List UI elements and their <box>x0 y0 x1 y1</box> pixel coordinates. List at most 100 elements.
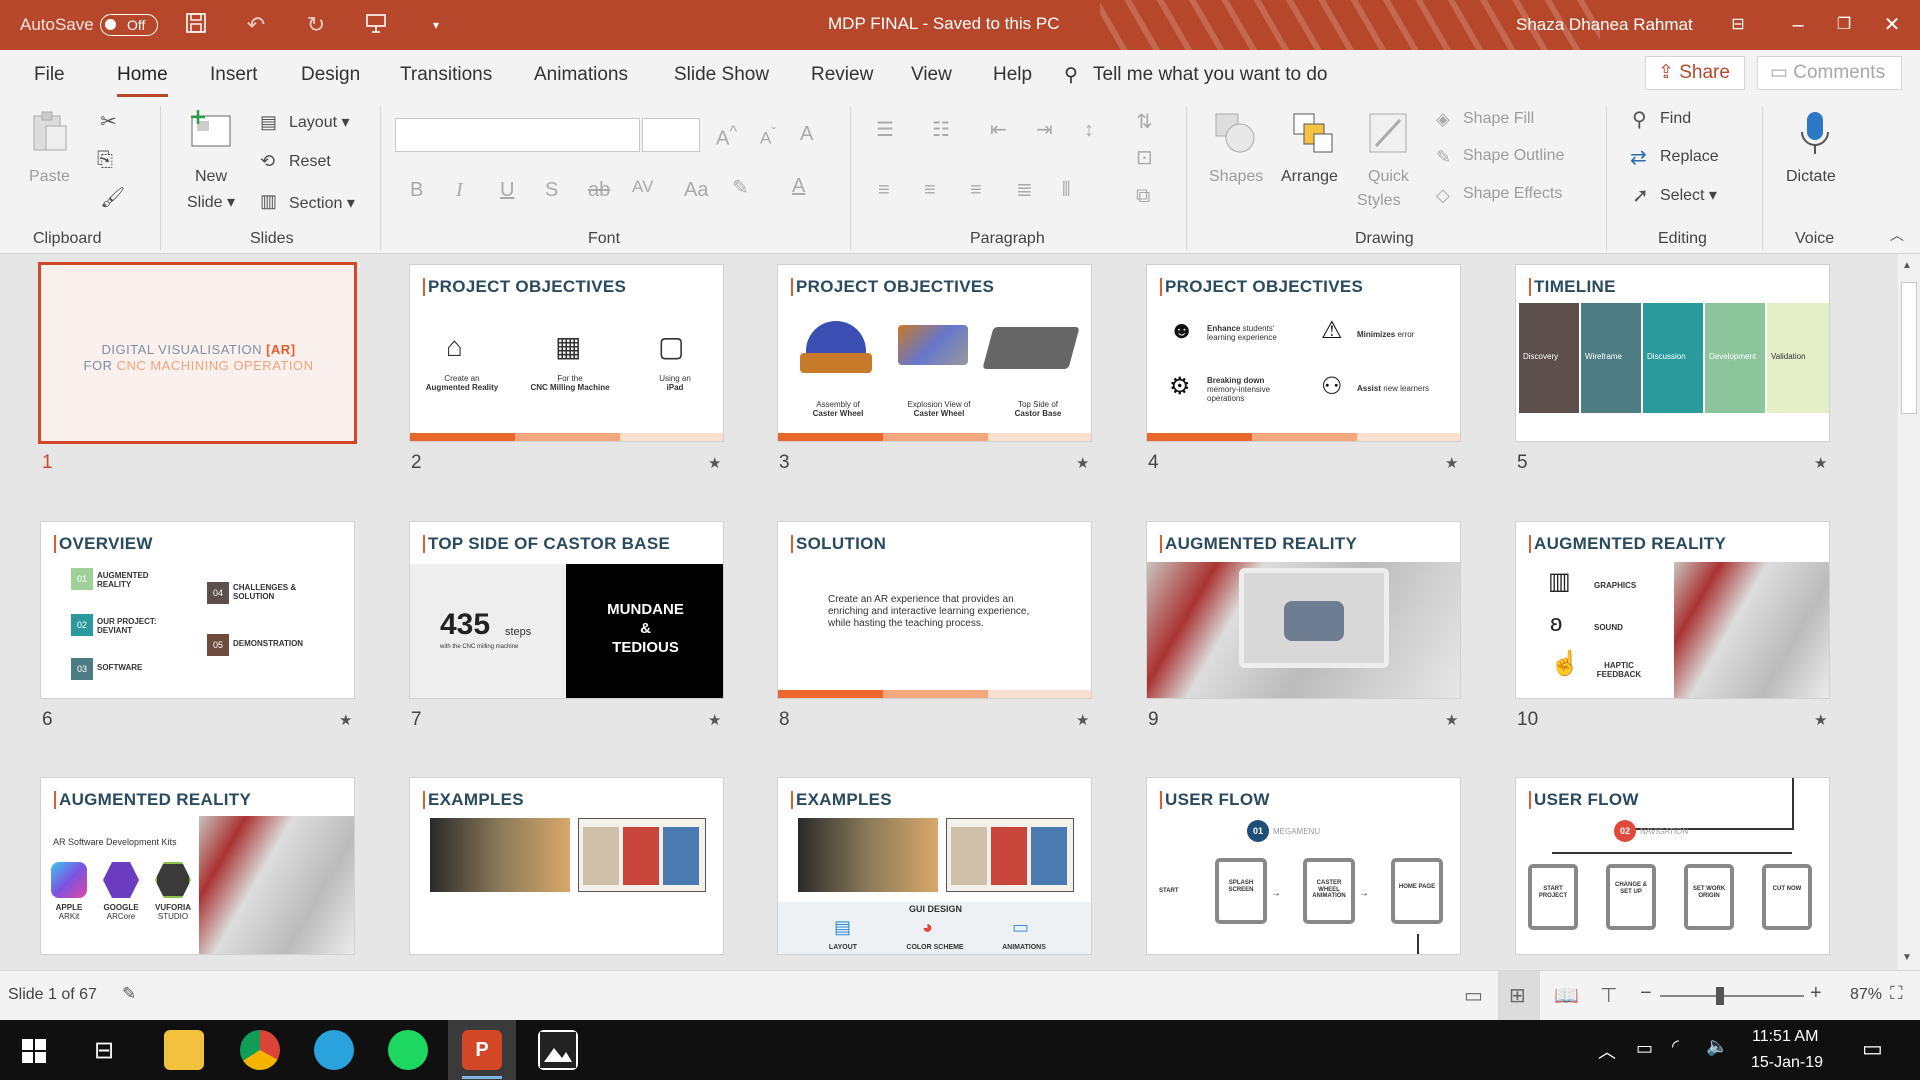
slide-thumbnail-14[interactable]: USER FLOW 01 MEGAMENU START SPLASH SCREE… <box>1146 777 1461 955</box>
line-spacing-icon[interactable]: ↕ <box>1084 120 1094 140</box>
change-case-icon[interactable]: Aa <box>684 180 708 200</box>
autosave-toggle[interactable]: Off <box>100 14 158 36</box>
increase-indent-icon[interactable]: ⇥ <box>1036 120 1053 140</box>
font-family-input[interactable] <box>395 118 640 152</box>
align-left-icon[interactable]: ≡ <box>878 180 890 200</box>
slide-thumbnail-11[interactable]: AUGMENTED REALITY AR Software Developmen… <box>40 777 355 955</box>
reset-icon[interactable]: ⟲ <box>260 152 275 170</box>
slide-thumbnail-13[interactable]: EXAMPLES GUI DESIGN ▤ ◕ ▭ LAYOUT COLOR S… <box>777 777 1092 955</box>
tab-review[interactable]: Review <box>811 64 873 86</box>
chrome-icon[interactable] <box>240 1030 280 1070</box>
close-icon[interactable]: ✕ <box>1878 11 1906 39</box>
slide-thumbnail-7[interactable]: TOP SIDE OF CASTOR BASE 435 steps with t… <box>409 521 724 699</box>
spotify-icon[interactable] <box>388 1030 428 1070</box>
shape-outline-icon[interactable]: ✎ <box>1436 148 1451 166</box>
highlight-icon[interactable]: ✎ <box>732 178 749 198</box>
shape-outline-button[interactable]: Shape Outline <box>1463 147 1564 165</box>
character-spacing-icon[interactable]: AV <box>632 178 653 195</box>
replace-button[interactable]: Replace <box>1660 148 1719 166</box>
arrange-icon[interactable] <box>1290 110 1336 156</box>
section-button[interactable]: Section ▾ <box>289 193 355 213</box>
photos-icon[interactable] <box>538 1030 578 1070</box>
scroll-up-icon[interactable]: ▲ <box>1902 260 1912 271</box>
tab-transitions[interactable]: Transitions <box>400 64 492 86</box>
tab-design[interactable]: Design <box>301 64 360 86</box>
tray-chevron-icon[interactable]: ︿ <box>1598 1038 1616 1064</box>
columns-icon[interactable]: ⫴ <box>1062 180 1070 200</box>
collapse-ribbon-icon[interactable]: ︿ <box>1890 228 1904 242</box>
wifi-icon[interactable]: ◜ <box>1672 1036 1679 1057</box>
select-icon[interactable]: ➚ <box>1632 186 1649 206</box>
grow-font-icon[interactable]: A^ <box>716 123 737 149</box>
quick-styles-button[interactable]: Quick <box>1368 168 1409 186</box>
ribbon-display-icon[interactable]: ⊟ <box>1724 11 1752 39</box>
customize-qat-icon[interactable]: ▾ <box>422 11 450 39</box>
layout-icon[interactable]: ▤ <box>260 113 277 131</box>
align-text-icon[interactable]: ⊡ <box>1136 148 1153 168</box>
present-icon[interactable] <box>362 11 390 39</box>
paste-icon[interactable] <box>30 110 70 154</box>
reset-button[interactable]: Reset <box>289 153 331 171</box>
shape-fill-button[interactable]: Shape Fill <box>1463 110 1534 128</box>
zoom-in-icon[interactable]: + <box>1810 982 1822 1005</box>
bold-icon[interactable]: B <box>410 180 423 200</box>
tab-view[interactable]: View <box>911 64 952 86</box>
shape-effects-button[interactable]: Shape Effects <box>1463 185 1562 203</box>
quick-styles-icon[interactable] <box>1366 110 1410 156</box>
tab-help[interactable]: Help <box>993 64 1032 86</box>
justify-icon[interactable]: ≣ <box>1016 180 1033 200</box>
shape-effects-icon[interactable]: ◇ <box>1436 186 1450 204</box>
shapes-icon[interactable] <box>1212 110 1258 156</box>
tell-me-input[interactable]: Tell me what you want to do <box>1093 64 1327 86</box>
tab-animations[interactable]: Animations <box>534 64 628 86</box>
shadow-icon[interactable]: S <box>545 180 558 200</box>
clock-date[interactable]: 15-Jan-19 <box>1751 1054 1823 1072</box>
decrease-indent-icon[interactable]: ⇤ <box>990 120 1007 140</box>
font-size-input[interactable] <box>642 118 700 152</box>
slide-thumbnail-3[interactable]: PROJECT OBJECTIVES Assembly of Caster Whe… <box>777 264 1092 442</box>
strikethrough-icon[interactable]: ab <box>588 180 610 200</box>
italic-icon[interactable]: I <box>456 180 463 200</box>
comments-button[interactable]: ▭ Comments <box>1757 56 1902 90</box>
zoom-out-icon[interactable]: − <box>1640 982 1652 1005</box>
shape-fill-icon[interactable]: ◈ <box>1436 110 1450 128</box>
align-center-icon[interactable]: ≡ <box>924 180 936 200</box>
tab-slide-show[interactable]: Slide Show <box>674 64 769 86</box>
zoom-level[interactable]: 87% <box>1850 986 1882 1004</box>
scroll-down-icon[interactable]: ▼ <box>1902 952 1912 963</box>
fit-to-window-icon[interactable]: ⛶ <box>1890 983 1903 1004</box>
user-name[interactable]: Shaza Dhanea Rahmat <box>1516 15 1693 35</box>
tab-file[interactable]: File <box>34 64 65 86</box>
format-painter-icon[interactable]: 🖌 <box>100 188 125 208</box>
new-slide-dropdown[interactable]: Slide ▾ <box>187 192 235 212</box>
clock-time[interactable]: 11:51 AM <box>1752 1028 1818 1046</box>
underline-icon[interactable]: U <box>500 180 514 200</box>
microphone-icon[interactable] <box>1797 110 1833 158</box>
new-slide-icon[interactable] <box>188 108 234 154</box>
vertical-scrollbar[interactable]: ▲ ▼ <box>1898 254 1920 970</box>
telegram-icon[interactable] <box>314 1030 354 1070</box>
cut-icon[interactable]: ✂ <box>100 112 117 132</box>
slide-thumbnail-12[interactable]: EXAMPLES <box>409 777 724 955</box>
tell-me-search-icon[interactable]: ⚲ <box>1064 64 1078 87</box>
slideshow-view-icon[interactable]: ⊤ <box>1600 983 1617 1008</box>
zoom-slider[interactable] <box>1660 995 1804 997</box>
font-color-icon[interactable]: A <box>792 176 805 196</box>
slide-thumbnail-5[interactable]: TIMELINE Discovery Wireframe Discussion … <box>1515 264 1830 442</box>
slide-thumbnail-2[interactable]: PROJECT OBJECTIVES ⌂ ▦ ▢ Create an Augmen… <box>409 264 724 442</box>
file-explorer-icon[interactable] <box>164 1030 204 1070</box>
clear-formatting-icon[interactable]: A <box>800 124 813 144</box>
restore-icon[interactable]: ❐ <box>1830 11 1858 39</box>
task-view-icon[interactable]: ⊟ <box>94 1036 114 1065</box>
shrink-font-icon[interactable]: Aˇ <box>760 126 776 147</box>
slide-thumbnail-1[interactable]: DIGITAL VISUALISATION [AR] FOR CNC MACHI… <box>38 262 357 444</box>
tab-home[interactable]: Home <box>117 64 168 97</box>
normal-view-icon[interactable]: ▭ <box>1464 983 1483 1008</box>
reading-view-icon[interactable]: 📖 <box>1554 983 1579 1008</box>
notes-edit-icon[interactable]: ✎ <box>122 984 136 1004</box>
shapes-button[interactable]: Shapes <box>1209 168 1263 186</box>
bullets-icon[interactable]: ☰ <box>876 120 894 140</box>
numbering-icon[interactable]: ☷ <box>932 120 950 140</box>
volume-icon[interactable]: 🔈 <box>1706 1036 1728 1057</box>
replace-icon[interactable]: ⇄ <box>1630 148 1647 168</box>
